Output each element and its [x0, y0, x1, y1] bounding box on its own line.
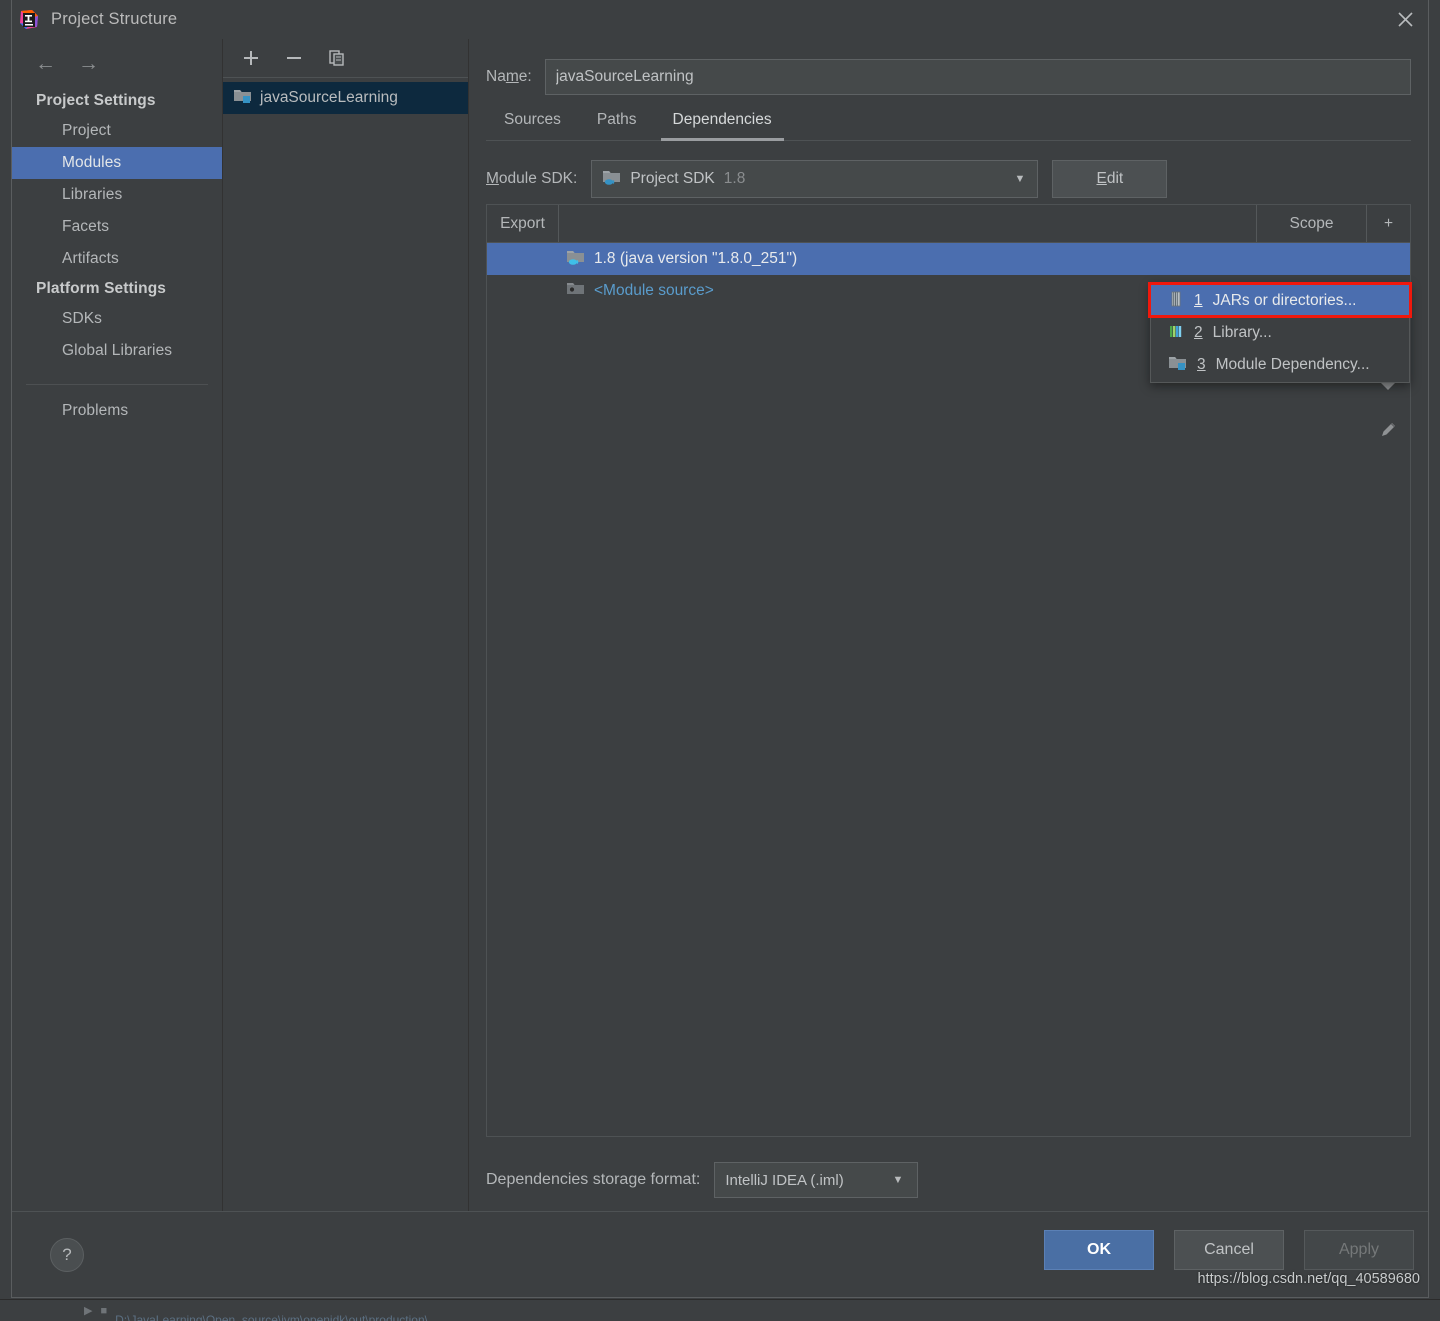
- run-triangle-icon: ▶: [84, 1305, 93, 1317]
- intellij-idea-logo: [18, 9, 40, 31]
- module-name-input[interactable]: [544, 59, 1411, 95]
- menu-item-number: 2: [1194, 324, 1203, 341]
- sidebar-item-artifacts[interactable]: Artifacts: [12, 243, 222, 275]
- sidebar-item-project[interactable]: Project: [12, 115, 222, 147]
- module-source-icon: [566, 280, 585, 302]
- chevron-down-icon: ▼: [892, 1174, 904, 1186]
- add-dependency-menu: 1 JARs or directories... 2 Library... 3 …: [1148, 282, 1412, 383]
- module-folder-icon: [233, 87, 252, 109]
- storage-format-value: IntelliJ IDEA (.iml): [725, 1171, 844, 1189]
- dependencies-table-header: Export Scope +: [487, 205, 1410, 243]
- dialog-titlebar: Project Structure: [12, 0, 1428, 39]
- add-dependency-button[interactable]: +: [1367, 205, 1410, 242]
- menu-item-number: 1: [1194, 292, 1203, 309]
- dependencies-table-body: 1.8 (java version "1.8.0_251") <Module s…: [487, 243, 1412, 1136]
- dialog-footer: ? OK Cancel Apply https://blog.csdn.net/…: [12, 1211, 1428, 1297]
- module-list-item[interactable]: javaSourceLearning: [223, 82, 468, 114]
- menu-item-library[interactable]: 2 Library...: [1151, 317, 1409, 349]
- column-header-name[interactable]: [559, 205, 1257, 242]
- modules-panel: javaSourceLearning: [223, 39, 469, 1211]
- cancel-button[interactable]: Cancel: [1174, 1230, 1284, 1270]
- menu-item-number: 3: [1197, 356, 1206, 373]
- menu-item-module-dependency[interactable]: 3 Module Dependency...: [1151, 349, 1409, 381]
- library-icon: [1168, 323, 1184, 344]
- ok-button[interactable]: OK: [1044, 1230, 1154, 1270]
- tab-sources[interactable]: Sources: [486, 111, 579, 140]
- module-folder-icon: ■: [100, 1304, 108, 1317]
- tab-dependencies[interactable]: Dependencies: [655, 111, 790, 141]
- module-name: javaSourceLearning: [260, 89, 398, 106]
- column-header-scope[interactable]: Scope: [1257, 205, 1367, 242]
- sidebar-divider: [26, 384, 208, 385]
- dialog-title: Project Structure: [51, 10, 178, 28]
- jar-icon: [1168, 291, 1184, 312]
- module-sdk-select[interactable]: Project SDK 1.8 ▼: [591, 159, 1039, 198]
- project-structure-dialog: Project Structure ← → Project Settings P…: [11, 0, 1429, 1298]
- name-label: Name:: [486, 68, 532, 85]
- settings-sidebar: ← → Project Settings Project Modules Lib…: [12, 39, 223, 1211]
- copy-icon[interactable]: [326, 47, 348, 69]
- help-icon[interactable]: ?: [50, 1237, 84, 1272]
- dependencies-storage-row: Dependencies storage format: IntelliJ ID…: [486, 1149, 1411, 1211]
- modules-list[interactable]: javaSourceLearning: [223, 78, 468, 1211]
- module-sdk-value: Project SDK: [630, 169, 715, 187]
- module-tabs: Sources Paths Dependencies: [486, 101, 1411, 141]
- dependencies-table: Export Scope + 1.8 (java version "1.8.0_…: [486, 204, 1412, 1137]
- jdk-folder-icon: [602, 168, 621, 190]
- apply-button: Apply: [1304, 1230, 1414, 1270]
- sidebar-item-sdks[interactable]: SDKs: [12, 303, 222, 335]
- minus-icon[interactable]: [283, 47, 305, 69]
- sidebar-item-global-libraries[interactable]: Global Libraries: [12, 335, 222, 367]
- plus-icon[interactable]: [240, 47, 262, 69]
- module-name-row: Name:: [486, 39, 1411, 101]
- ide-bottom-strip: ▶ ■ D:\JavaLearning\Open_source\jvm\open…: [0, 1299, 1440, 1321]
- storage-format-select[interactable]: IntelliJ IDEA (.iml) ▼: [714, 1162, 919, 1198]
- tab-paths[interactable]: Paths: [579, 111, 655, 140]
- pencil-icon[interactable]: [1378, 420, 1398, 445]
- sidebar-item-libraries[interactable]: Libraries: [12, 179, 222, 211]
- dependency-label: 1.8 (java version "1.8.0_251"): [594, 250, 798, 267]
- storage-format-label: Dependencies storage format:: [486, 1171, 701, 1188]
- dialog-body: ← → Project Settings Project Modules Lib…: [12, 39, 1428, 1211]
- menu-item-label: Module Dependency...: [1215, 356, 1370, 373]
- close-icon[interactable]: [1382, 0, 1428, 39]
- arrow-left-icon[interactable]: ←: [35, 53, 56, 74]
- sidebar-item-facets[interactable]: Facets: [12, 211, 222, 243]
- arrow-right-icon[interactable]: →: [78, 53, 99, 74]
- menu-item-jars-or-directories[interactable]: 1 JARs or directories...: [1151, 285, 1409, 317]
- modules-toolbar: [223, 39, 468, 78]
- module-sdk-version: 1.8: [723, 169, 746, 187]
- sidebar-group-project-settings: Project Settings: [36, 92, 156, 109]
- jdk-folder-icon: [566, 248, 585, 270]
- chevron-down-icon: ▼: [1014, 172, 1026, 185]
- ide-run-path: D:\JavaLearning\Open_source\jvm\openjdk\…: [115, 1312, 438, 1321]
- menu-item-label: JARs or directories...: [1212, 292, 1357, 309]
- sidebar-group-platform-settings: Platform Settings: [36, 280, 167, 297]
- dependency-label: <Module source>: [594, 282, 714, 299]
- watermark-text: https://blog.csdn.net/qq_40589680: [1197, 1271, 1420, 1287]
- menu-item-label: Library...: [1212, 324, 1272, 341]
- module-sdk-label: Module SDK:: [486, 169, 578, 187]
- module-sdk-row: Module SDK: Project SDK 1.8 ▼ Edit: [486, 141, 1411, 204]
- sidebar-nav-arrows: ← →: [12, 39, 222, 87]
- sidebar-item-problems[interactable]: Problems: [12, 395, 222, 427]
- sidebar-item-modules[interactable]: Modules: [12, 147, 222, 179]
- edit-sdk-button[interactable]: Edit: [1052, 159, 1168, 198]
- dependency-row-sdk[interactable]: 1.8 (java version "1.8.0_251"): [487, 243, 1410, 275]
- module-folder-icon: [1168, 354, 1187, 376]
- dialog-actions: OK Cancel Apply: [1044, 1230, 1414, 1270]
- module-details-panel: Name: Sources Paths Dependencies Module …: [469, 39, 1428, 1211]
- column-header-export[interactable]: Export: [487, 205, 559, 242]
